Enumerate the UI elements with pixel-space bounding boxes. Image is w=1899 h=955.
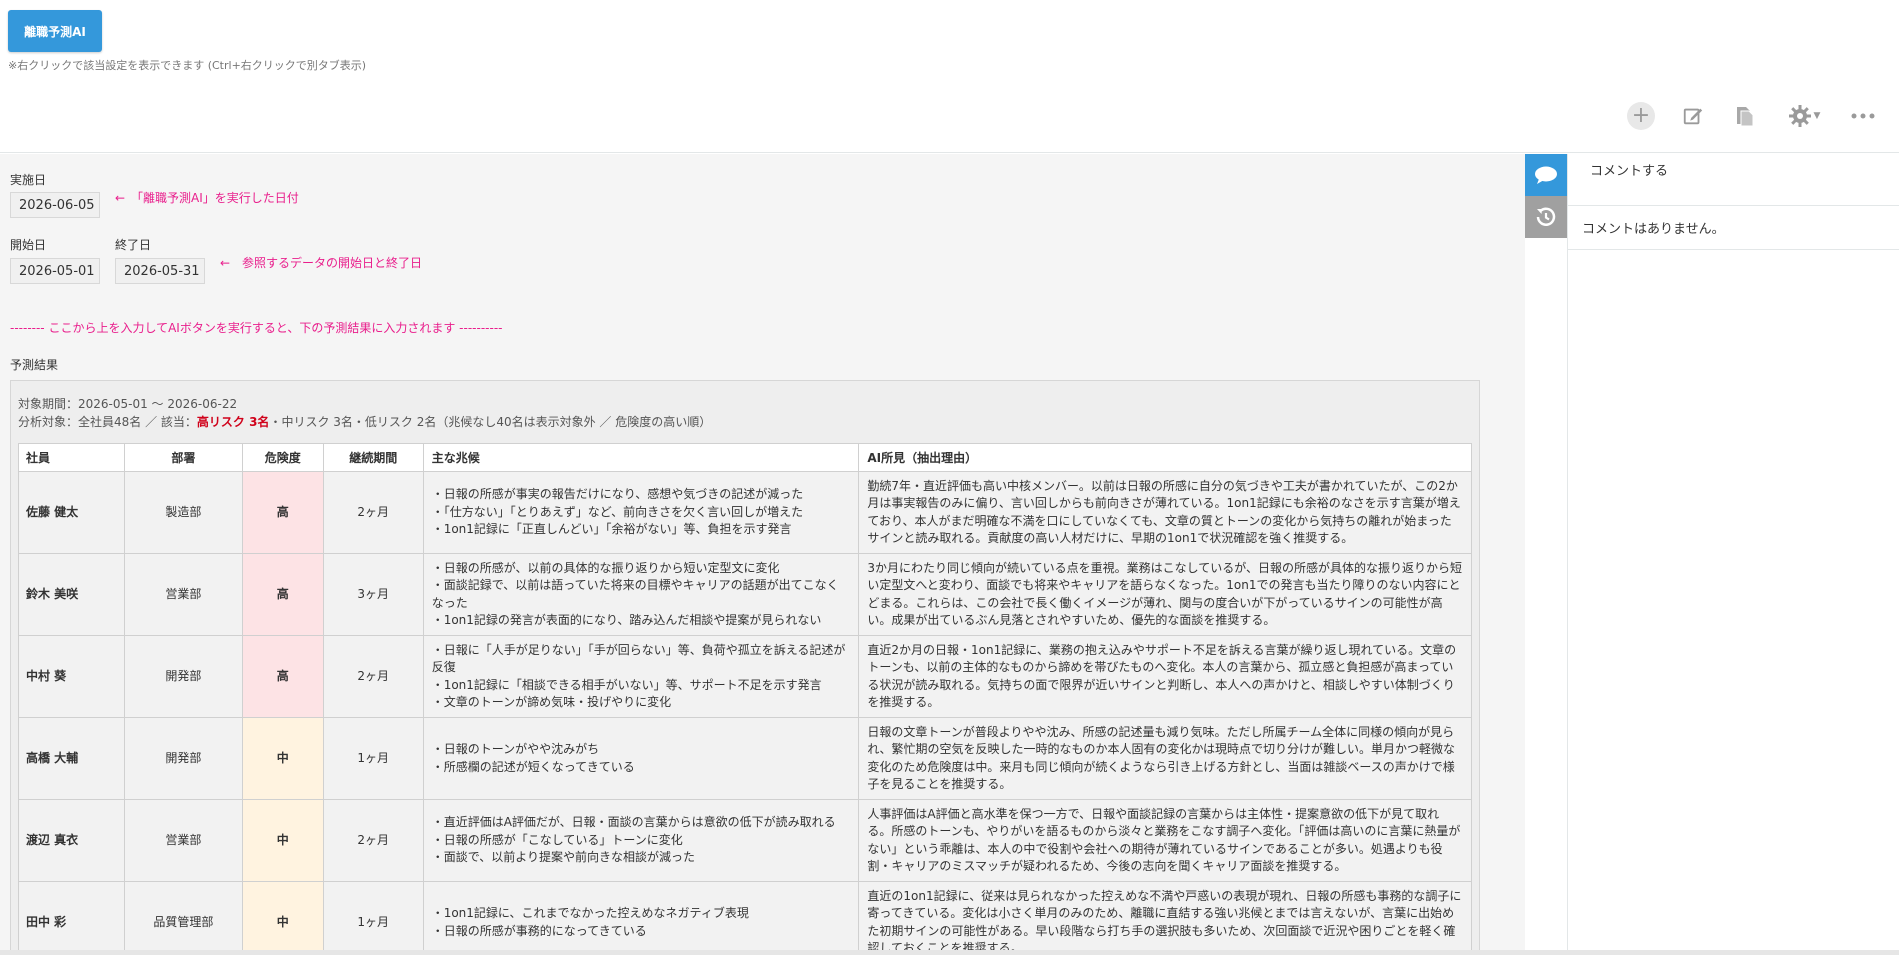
- table-row: 中村 葵 開発部 高 2ヶ月 ・日報に「人手が足りない」「手が回らない」等、負荷…: [18, 635, 1472, 718]
- ai-findings-cell: 勤続7年・直近評価も高い中核メンバー。以前は日報の所感に自分の気づきや工夫が書か…: [858, 471, 1472, 554]
- copy-record-icon: [1737, 107, 1754, 127]
- history-tab[interactable]: [1525, 196, 1567, 238]
- start-date-field[interactable]: 2026-05-01: [10, 258, 100, 284]
- execution-date-note: ← 「離職予測AI」を実行した日付: [115, 191, 299, 205]
- col-duration: 継続期間: [322, 443, 424, 472]
- horizontal-scrollbar[interactable]: [0, 950, 1899, 955]
- table-row: 高橋 大輔 開発部 中 1ヶ月 ・日報のトーンがやや沈みがち ・所感欄の記述が短く…: [18, 717, 1472, 800]
- employee-name: 田中 彩: [18, 881, 125, 954]
- comments-tab[interactable]: [1525, 154, 1567, 196]
- duration-cell: 1ヶ月: [322, 881, 424, 954]
- dept-cell: 開発部: [123, 717, 243, 800]
- empty-comments-message: コメントはありません。: [1568, 206, 1899, 250]
- col-risk: 危険度: [241, 443, 324, 472]
- risk-badge: 高: [241, 471, 324, 554]
- comment-input[interactable]: コメントする: [1568, 154, 1899, 206]
- result-label: 予測結果: [10, 358, 59, 372]
- employee-name: 渡辺 真衣: [18, 799, 125, 882]
- history-icon: [1536, 207, 1556, 226]
- dept-cell: 製造部: [123, 471, 243, 554]
- duration-cell: 3ヶ月: [322, 553, 424, 636]
- table-row: 渡辺 真衣 営業部 中 2ヶ月 ・直近評価はA評価だが、日報・面談の言葉からは意…: [18, 799, 1472, 882]
- edit-icon: [1683, 108, 1703, 125]
- dept-cell: 営業部: [123, 799, 243, 882]
- symptoms-cell: ・日報のトーンがやや沈みがち ・所感欄の記述が短くなってきている: [422, 717, 860, 800]
- ai-findings-cell: 3か月にわたり同じ傾向が続いている点を重視。業務はこなしているが、日報の所感が具…: [858, 553, 1472, 636]
- ai-findings-cell: 直近2か月の日報・1on1記録に、業務の抱え込みやサポート不足を訴える言葉が繰り…: [858, 635, 1472, 718]
- risk-badge: 高: [241, 553, 324, 636]
- risk-badge: 高: [241, 635, 324, 718]
- table-row: 佐藤 健太 製造部 高 2ヶ月 ・日報の所感が事実の報告だけになり、感想や気づき…: [18, 471, 1472, 554]
- side-tab-bar: [1525, 154, 1567, 955]
- attrition-ai-button[interactable]: 離職予測AI: [8, 10, 102, 52]
- duration-cell: 2ヶ月: [322, 635, 424, 718]
- end-date-field[interactable]: 2026-05-31: [115, 258, 205, 284]
- col-employee: 社員: [18, 443, 125, 472]
- high-risk-count: 高リスク 3名: [196, 415, 270, 429]
- table-row: 田中 彩 品質管理部 中 1ヶ月 ・1on1記録に、これまでなかった控えめなネガ…: [18, 881, 1472, 954]
- plus-icon: +: [1627, 102, 1655, 130]
- employee-name: 鈴木 美咲: [18, 553, 125, 636]
- duplicate-record-button[interactable]: [1727, 100, 1763, 132]
- settings-button[interactable]: ▼: [1779, 100, 1829, 132]
- record-toolbar: + ▼: [1623, 100, 1881, 132]
- table-header-row: 社員 部署 危険度 継続期間 主な兆候 AI所見（抽出理由）: [18, 443, 1472, 472]
- record-header: 離職予測AI ※右クリックで該当設定を表示できます (Ctrl+右クリックで別タ…: [0, 0, 1899, 153]
- dept-cell: 営業部: [123, 553, 243, 636]
- dept-cell: 品質管理部: [123, 881, 243, 954]
- ai-findings-cell: 人事評価はA評価と高水準を保つ一方で、日報や面談記録の言葉からは主体性・提案意欲…: [858, 799, 1472, 882]
- chevron-down-icon: ▼: [1813, 111, 1821, 121]
- execution-date-field[interactable]: 2026-06-05: [10, 192, 100, 218]
- prediction-result-field: 対象期間：2026-05-01 〜 2026-06-22 分析対象：全社員48名…: [10, 380, 1480, 955]
- ai-findings-cell: 日報の文章トーンが普段よりやや沈み、所感の記述量も減り気味。ただし所属チーム全体…: [858, 717, 1472, 800]
- edit-record-button[interactable]: [1675, 100, 1711, 132]
- duration-cell: 2ヶ月: [322, 799, 424, 882]
- table-row: 鈴木 美咲 営業部 高 3ヶ月 ・日報の所感が、以前の具体的な振り返りから短い定…: [18, 553, 1472, 636]
- symptoms-cell: ・日報の所感が、以前の具体的な振り返りから短い定型文に変化 ・面談記録で、以前は語…: [422, 553, 860, 636]
- risk-table: 社員 部署 危険度 継続期間 主な兆候 AI所見（抽出理由） 佐藤 健太 製造部…: [18, 443, 1472, 954]
- end-date-label: 終了日: [115, 238, 152, 252]
- target-period: 対象期間：2026-05-01 〜 2026-06-22: [18, 397, 238, 411]
- risk-badge: 中: [241, 799, 324, 882]
- start-date-label: 開始日: [10, 238, 47, 252]
- result-summary: 対象期間：2026-05-01 〜 2026-06-22 分析対象：全社員48名…: [11, 381, 1479, 431]
- right-click-hint: ※右クリックで該当設定を表示できます (Ctrl+右クリックで別タブ表示): [8, 59, 367, 72]
- symptoms-cell: ・直近評価はA評価だが、日報・面談の言葉からは意欲の低下が読み取れる ・日報の所感…: [422, 799, 860, 882]
- symptoms-cell: ・1on1記録に、これまでなかった控えめなネガティブ表現 ・日報の所感が事務的にな…: [422, 881, 860, 954]
- add-record-button[interactable]: +: [1623, 100, 1659, 132]
- employee-name: 佐藤 健太: [18, 471, 125, 554]
- speech-bubble-icon: [1535, 166, 1557, 184]
- comment-panel: コメントする コメントはありません。: [1567, 154, 1899, 955]
- risk-badge: 中: [241, 717, 324, 800]
- symptoms-cell: ・日報の所感が事実の報告だけになり、感想や気づきの記述が減った ・「仕方ない」「と…: [422, 471, 860, 554]
- risk-badge: 中: [241, 881, 324, 954]
- gear-icon: [1788, 105, 1811, 127]
- duration-cell: 1ヶ月: [322, 717, 424, 800]
- employee-name: 高橋 大輔: [18, 717, 125, 800]
- more-icon: [1851, 113, 1875, 119]
- col-ai-findings: AI所見（抽出理由）: [858, 443, 1472, 472]
- col-dept: 部署: [123, 443, 243, 472]
- record-body: 実施日 2026-06-05 ← 「離職予測AI」を実行した日付 開始日 202…: [0, 154, 1525, 955]
- analysis-summary: 分析対象：全社員48名 ／ 該当：高リスク 3名・中リスク 3名・低リスク 2名…: [18, 415, 712, 429]
- symptoms-cell: ・日報に「人手が足りない」「手が回らない」等、負荷や孤立を訴える記述が反復 ・1o…: [422, 635, 860, 718]
- duration-cell: 2ヶ月: [322, 471, 424, 554]
- more-options-button[interactable]: [1845, 100, 1881, 132]
- dept-cell: 開発部: [123, 635, 243, 718]
- execution-date-label: 実施日: [10, 173, 47, 187]
- date-range-note: ← 参照するデータの開始日と終了日: [220, 256, 423, 270]
- ai-findings-cell: 直近の1on1記録に、従来は見られなかった控えめな不満や戸惑いの表現が現れ、日報…: [858, 881, 1472, 954]
- col-symptoms: 主な兆候: [422, 443, 860, 472]
- employee-name: 中村 葵: [18, 635, 125, 718]
- divider-note: -------- ここから上を入力してAIボタンを実行すると、下の予測結果に入力…: [10, 321, 503, 335]
